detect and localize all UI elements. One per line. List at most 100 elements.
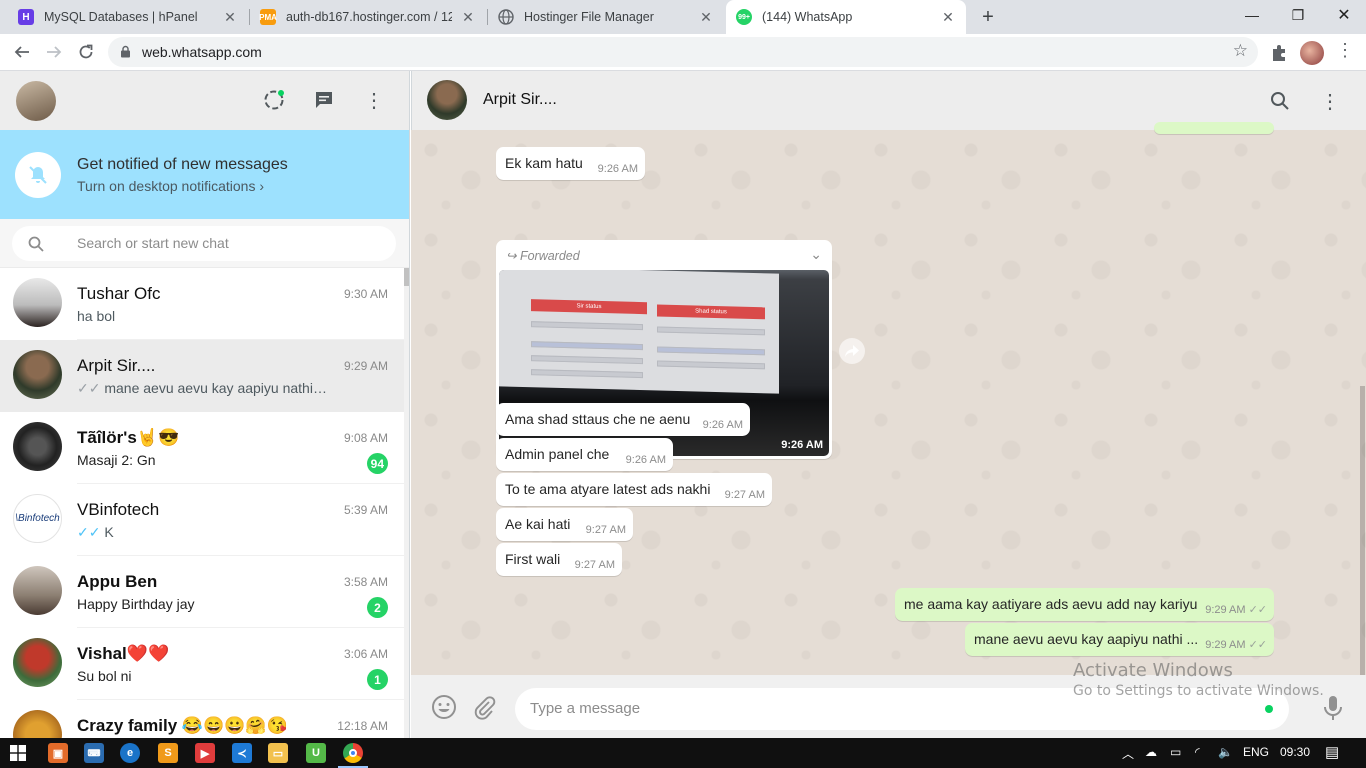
message-time: 9:27 AM xyxy=(724,489,765,501)
message-bubble-partial xyxy=(1154,122,1274,134)
photo-field xyxy=(531,369,643,379)
language-indicator[interactable]: ENG xyxy=(1243,745,1269,759)
profile-avatar[interactable] xyxy=(1300,41,1324,65)
minimize-button[interactable]: — xyxy=(1229,0,1275,30)
scrollbar-thumb[interactable] xyxy=(1360,386,1365,675)
grammarly-dot-icon[interactable] xyxy=(1265,705,1273,713)
chevron-down-icon[interactable]: ⌄ xyxy=(810,246,822,263)
vscode-icon[interactable]: ≺ xyxy=(232,743,252,763)
chat-item-tushar-ofc[interactable]: Tushar Ofc 9:30 AM ha bol xyxy=(0,268,404,340)
chrome-menu-icon[interactable]: ⋮ xyxy=(1336,40,1354,61)
forward-share-icon[interactable] xyxy=(839,338,865,364)
menu-dots-icon[interactable]: ⋮ xyxy=(362,88,386,112)
message-bubble-incoming[interactable]: Ek kam hatu 9:26 AM xyxy=(496,147,645,180)
microphone-icon[interactable] xyxy=(1322,695,1344,721)
chat-item-tailors[interactable]: Tãîlör's🤘😎 9:08 AM Masaji 2: Gn 94 xyxy=(0,412,404,484)
edge-icon[interactable]: e xyxy=(120,743,140,763)
app-launcher-icon[interactable]: ▣ xyxy=(48,743,68,763)
message-text: Ek kam hatu xyxy=(505,155,583,171)
bookmark-star-icon[interactable]: ☆ xyxy=(1233,41,1248,61)
desktop-notification-banner[interactable]: Get notified of new messages Turn on des… xyxy=(0,130,409,219)
status-icon[interactable] xyxy=(262,88,286,112)
chat-name: Tãîlör's🤘😎 xyxy=(77,428,180,447)
unread-badge: 94 xyxy=(366,453,388,474)
chat-time: 12:18 AM xyxy=(337,719,388,733)
keyboard-icon[interactable]: ⌨ xyxy=(84,743,104,763)
close-tab-icon[interactable]: ✕ xyxy=(698,9,714,26)
sublime-text-icon[interactable]: S xyxy=(158,743,178,763)
chat-item-vbinfotech[interactable]: \Binfotech VBinfotech 5:39 AM ✓✓ K xyxy=(0,484,404,556)
message-bubble-incoming[interactable]: First wali 9:27 AM xyxy=(496,543,622,576)
chat-item-arpit-sir[interactable]: Arpit Sir.... 9:29 AM ✓✓ mane aevu aevu … xyxy=(0,340,404,412)
scrollbar-thumb[interactable] xyxy=(404,268,409,286)
chat-item-crazy-family[interactable]: Crazy family 😂😄😀🤗😘 12:18 AM xyxy=(0,700,404,738)
tab-phpmyadmin[interactable]: PMA auth-db167.hostinger.com / 127. ✕ xyxy=(250,0,486,34)
chat-item-appu-ben[interactable]: Appu Ben 3:58 AM Happy Birthday jay 2 xyxy=(0,556,404,628)
whatsapp-icon: 99+ xyxy=(736,9,752,25)
onedrive-cloud-icon[interactable]: ☁ xyxy=(1145,745,1157,759)
tab-mysql-databases[interactable]: H MySQL Databases | hPanel ✕ xyxy=(8,0,248,34)
media-player-icon[interactable]: ▶ xyxy=(195,743,215,763)
my-profile-avatar[interactable] xyxy=(16,81,56,121)
wifi-icon[interactable]: ◜ xyxy=(1195,745,1200,759)
read-ticks-icon: ✓✓ xyxy=(77,524,101,540)
photo-label-left: Sir status xyxy=(531,299,647,315)
tab-whatsapp[interactable]: 99+ (144) WhatsApp ✕ xyxy=(726,0,966,34)
tab-file-manager[interactable]: Hostinger File Manager ✕ xyxy=(488,0,724,34)
battery-icon[interactable]: ▭ xyxy=(1170,745,1181,759)
address-bar[interactable]: web.whatsapp.com ☆ xyxy=(108,37,1258,67)
emoji-icon[interactable] xyxy=(431,694,457,720)
photo-label-right: Shad status xyxy=(657,304,765,320)
close-tab-icon[interactable]: ✕ xyxy=(222,9,238,26)
contact-avatar[interactable] xyxy=(427,80,467,120)
lock-icon xyxy=(121,45,130,58)
watermark-line-2: Go to Settings to activate Windows. xyxy=(1073,683,1324,699)
photo-field xyxy=(531,341,643,351)
message-bubble-incoming[interactable]: Ama shad sttaus che ne aenu 9:26 AM xyxy=(496,403,750,436)
attach-clip-icon[interactable] xyxy=(472,694,496,720)
new-chat-icon[interactable] xyxy=(312,88,336,112)
close-tab-icon[interactable]: ✕ xyxy=(460,9,476,26)
chevron-up-icon[interactable]: ︿ xyxy=(1122,745,1134,762)
conversation-scrollbar[interactable] xyxy=(1360,130,1366,675)
notification-center-icon[interactable]: ▤ xyxy=(1325,743,1339,761)
chat-list-scrollbar[interactable] xyxy=(404,268,409,738)
forward-button[interactable] xyxy=(40,38,68,66)
chat-name: Tushar Ofc xyxy=(77,284,161,303)
photo-field xyxy=(531,355,643,365)
message-bubble-incoming[interactable]: Admin panel che 9:26 AM xyxy=(496,438,673,471)
back-button[interactable] xyxy=(8,38,36,66)
enable-notifications-link[interactable]: Turn on desktop notifications › xyxy=(77,178,264,194)
message-bubble-incoming[interactable]: To te ama atyare latest ads nakhi 9:27 A… xyxy=(496,473,772,506)
avatar xyxy=(13,638,62,687)
clock[interactable]: 09:30 xyxy=(1280,745,1310,759)
contact-name[interactable]: Arpit Sir.... xyxy=(483,91,557,109)
photo-field xyxy=(531,321,643,331)
maximize-button[interactable]: ❐ xyxy=(1275,0,1321,30)
chat-item-vishal[interactable]: Vishal❤️❤️ 3:06 AM Su bol ni 1 xyxy=(0,628,404,700)
message-bubble-outgoing[interactable]: mane aevu aevu kay aapiyu nathi ... 9:29… xyxy=(965,623,1274,656)
delivered-ticks-icon: ✓✓ xyxy=(1248,639,1267,651)
reload-button[interactable] xyxy=(72,38,100,66)
chrome-icon[interactable] xyxy=(343,743,363,763)
image-time: 9:26 AM xyxy=(781,439,823,451)
conversation-menu-icon[interactable]: ⋮ xyxy=(1318,89,1342,113)
windows-start-icon[interactable] xyxy=(10,745,26,761)
chat-preview: Su bol ni xyxy=(77,668,132,684)
globe-icon xyxy=(498,9,514,25)
close-window-button[interactable]: ✕ xyxy=(1321,0,1366,30)
file-explorer-icon[interactable]: ▭ xyxy=(268,743,288,763)
search-messages-icon[interactable] xyxy=(1268,89,1292,113)
extensions-puzzle-icon[interactable] xyxy=(1268,42,1290,64)
search-input[interactable]: Search or start new chat xyxy=(12,226,396,261)
conversation-panel: Arpit Sir.... ⋮ Ek kam hatu 9:26 AM ↪ Fo… xyxy=(411,71,1366,738)
volume-icon[interactable]: 🔈 xyxy=(1218,745,1233,759)
new-tab-button[interactable]: + xyxy=(976,5,1000,29)
close-tab-icon[interactable]: ✕ xyxy=(940,9,956,26)
avatar xyxy=(13,566,62,615)
message-bubble-outgoing[interactable]: me aama kay aatiyare ads aevu add nay ka… xyxy=(895,588,1274,621)
chat-time: 9:08 AM xyxy=(343,431,388,445)
message-bubble-incoming[interactable]: Ae kai hati 9:27 AM xyxy=(496,508,633,541)
upwork-icon[interactable]: U xyxy=(306,743,326,763)
left-header: ⋮ xyxy=(0,71,409,130)
